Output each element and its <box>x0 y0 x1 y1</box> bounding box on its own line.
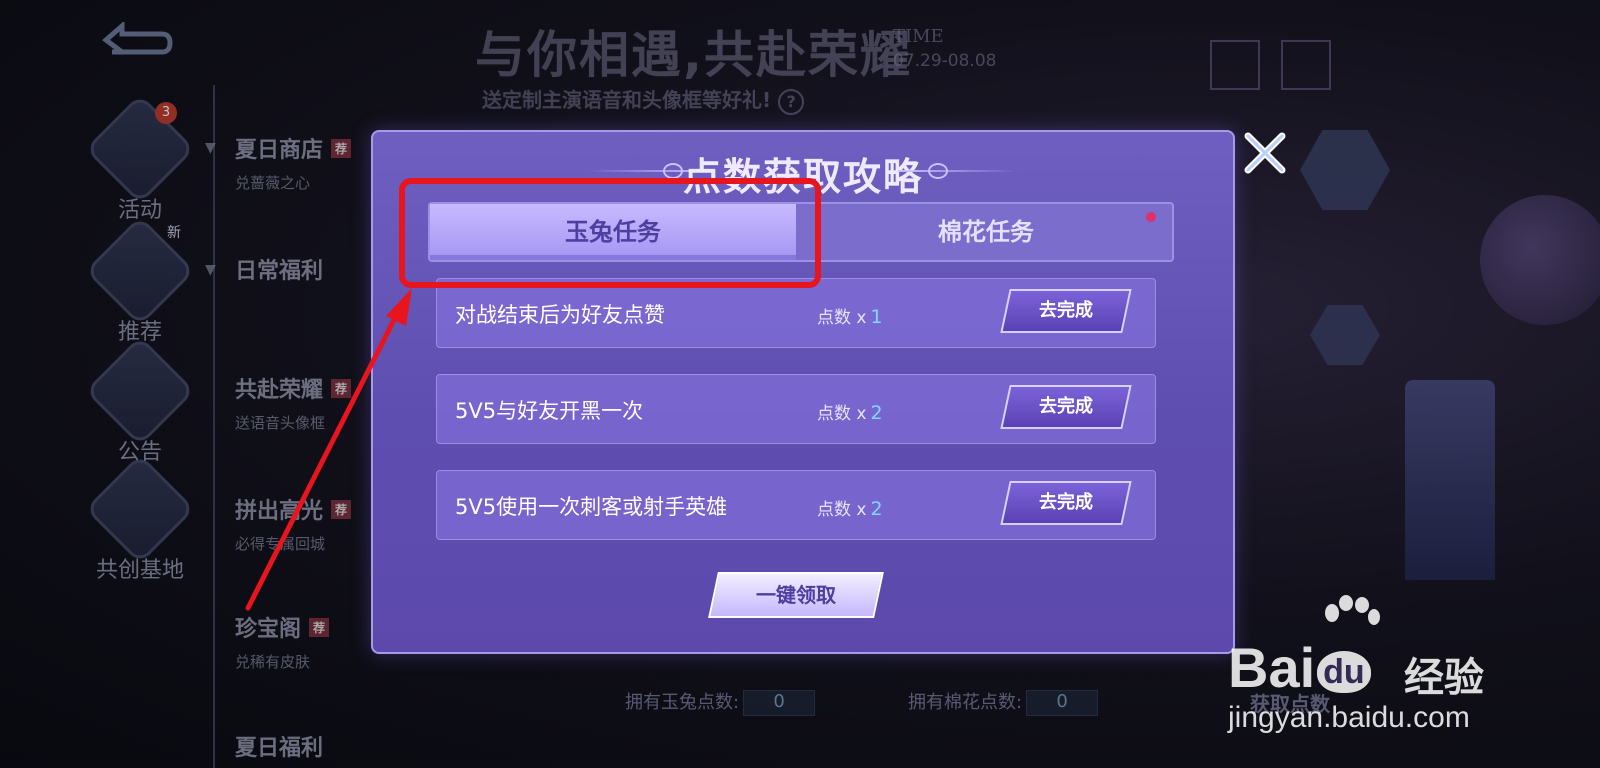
watermark-url: jingyan.baidu.com <box>1228 701 1470 734</box>
watermark-suffix: 经验 <box>1404 655 1484 701</box>
watermark-brand: Bai du <box>1228 635 1371 700</box>
baidu-jingyan-watermark: Bai du 经验 jingyan.baidu.com <box>1228 595 1528 745</box>
